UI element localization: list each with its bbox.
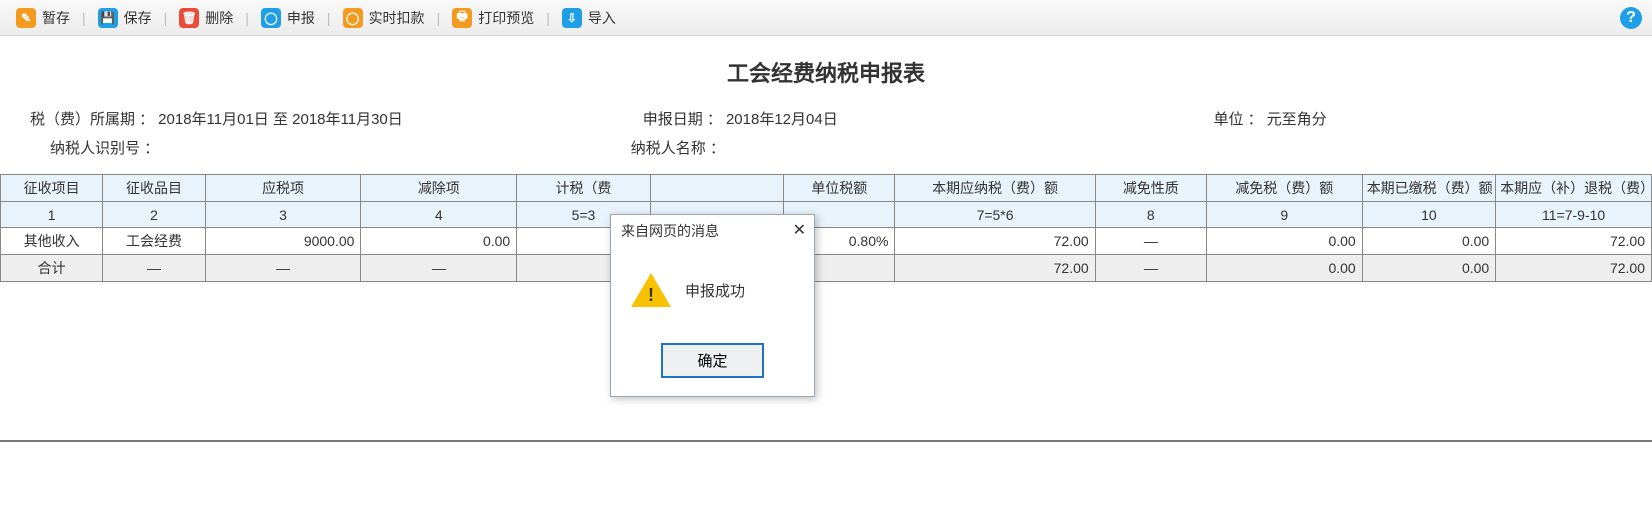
tax-table: 征收项目 征收品目 应税项 减除项 计税（费 单位税额 本期应纳税（费）额 减免… bbox=[0, 174, 1652, 282]
deduct-icon: ◯ bbox=[343, 8, 363, 28]
cell: 9000.00 bbox=[205, 228, 361, 255]
declare-label: 申报 bbox=[287, 8, 315, 28]
delete-label: 删除 bbox=[205, 8, 233, 28]
idx-cell: 11=7-9-10 bbox=[1496, 202, 1652, 228]
cell: — bbox=[103, 255, 205, 282]
deduct-label: 实时扣款 bbox=[369, 8, 425, 28]
cell: — bbox=[1095, 228, 1206, 255]
toolbar-separator: | bbox=[245, 10, 249, 26]
toolbar: ✎ 暂存 | 💾 保存 | 🗑 删除 | ◯ 申报 | ◯ 实时扣款 | 🖶 打… bbox=[0, 0, 1652, 36]
save-draft-button[interactable]: ✎ 暂存 bbox=[10, 6, 76, 30]
save-icon: 💾 bbox=[98, 8, 118, 28]
dialog-close-button[interactable]: ✕ bbox=[793, 223, 806, 239]
toolbar-separator: | bbox=[437, 10, 441, 26]
import-label: 导入 bbox=[588, 8, 616, 28]
dialog-message: 申报成功 bbox=[685, 280, 745, 301]
idx-cell: 3 bbox=[205, 202, 361, 228]
delete-icon: 🗑 bbox=[179, 8, 199, 28]
page-title: 工会经费纳税申报表 bbox=[0, 56, 1652, 88]
cell: 72.00 bbox=[895, 255, 1095, 282]
info-block: 税（费）所属期 ： 2018年11月01日 至 2018年11月30日 申报日期… bbox=[0, 98, 1652, 174]
cell: 0.00 bbox=[1206, 228, 1362, 255]
import-icon: ⇩ bbox=[562, 8, 582, 28]
col-header: 征收项目 bbox=[1, 175, 103, 202]
taxpayer-name-label: 纳税人名称 ： bbox=[631, 137, 725, 158]
import-button[interactable]: ⇩ 导入 bbox=[556, 6, 622, 30]
cell: 0.00 bbox=[361, 228, 517, 255]
toolbar-separator: | bbox=[82, 10, 86, 26]
col-header: 本期应（补）退税（费）额 bbox=[1496, 175, 1652, 202]
period-label: 税（费）所属期 ： bbox=[30, 108, 154, 129]
cell: 0.00 bbox=[1362, 228, 1496, 255]
toolbar-separator: | bbox=[546, 10, 550, 26]
save-label: 保存 bbox=[124, 8, 152, 28]
col-header: 单位税额 bbox=[784, 175, 895, 202]
declare-date-value: 2018年12月04日 bbox=[726, 108, 838, 129]
table-header-row: 征收项目 征收品目 应税项 减除项 计税（费 单位税额 本期应纳税（费）额 减免… bbox=[1, 175, 1652, 202]
col-header: 应税项 bbox=[205, 175, 361, 202]
taxpayer-id-label: 纳税人识别号 ： bbox=[50, 137, 159, 158]
delete-button[interactable]: 🗑 删除 bbox=[173, 6, 239, 30]
cell: 72.00 bbox=[1496, 228, 1652, 255]
col-header: 减免性质 bbox=[1095, 175, 1206, 202]
col-header: 本期已缴税（费）额 bbox=[1362, 175, 1496, 202]
col-header: 减免税（费）额 bbox=[1206, 175, 1362, 202]
period-value: 2018年11月01日 至 2018年11月30日 bbox=[158, 108, 403, 129]
warning-icon: ! bbox=[631, 273, 671, 307]
cell: 72.00 bbox=[895, 228, 1095, 255]
table-total-row: 合计 — — — 72.00 — 0.00 0.00 72.00 bbox=[1, 255, 1652, 282]
col-header: 本期应纳税（费）额 bbox=[895, 175, 1095, 202]
declare-button[interactable]: ◯ 申报 bbox=[255, 6, 321, 30]
unit-value: 元至角分 bbox=[1267, 108, 1327, 129]
cell: — bbox=[1095, 255, 1206, 282]
cell: 工会经费 bbox=[103, 228, 205, 255]
cell: 0.00 bbox=[1206, 255, 1362, 282]
idx-cell: 8 bbox=[1095, 202, 1206, 228]
idx-cell: 1 bbox=[1, 202, 103, 228]
idx-cell: 10 bbox=[1362, 202, 1496, 228]
help-button[interactable]: ? bbox=[1620, 7, 1642, 29]
cell: 其他收入 bbox=[1, 228, 103, 255]
unit-label: 单位 ： bbox=[1213, 108, 1262, 129]
save-button[interactable]: 💾 保存 bbox=[92, 6, 158, 30]
idx-cell: 9 bbox=[1206, 202, 1362, 228]
message-dialog: 来自网页的消息 ✕ ! 申报成功 确定 bbox=[610, 214, 815, 397]
idx-cell: 2 bbox=[103, 202, 205, 228]
cell: — bbox=[205, 255, 361, 282]
idx-cell: 4 bbox=[361, 202, 517, 228]
bottom-gap bbox=[0, 282, 1652, 442]
print-label: 打印预览 bbox=[478, 8, 534, 28]
print-button[interactable]: 🖶 打印预览 bbox=[446, 6, 540, 30]
col-header: 减除项 bbox=[361, 175, 517, 202]
print-icon: 🖶 bbox=[452, 8, 472, 28]
declare-icon: ◯ bbox=[261, 8, 281, 28]
save-draft-icon: ✎ bbox=[16, 8, 36, 28]
cell: 0.00 bbox=[1362, 255, 1496, 282]
toolbar-separator: | bbox=[164, 10, 168, 26]
declare-date-label: 申报日期 ： bbox=[643, 108, 722, 129]
toolbar-separator: | bbox=[327, 10, 331, 26]
deduct-button[interactable]: ◯ 实时扣款 bbox=[337, 6, 431, 30]
cell: 72.00 bbox=[1496, 255, 1652, 282]
dialog-ok-button[interactable]: 确定 bbox=[661, 343, 763, 378]
table-index-row: 1 2 3 4 5=3 7=5*6 8 9 10 11=7-9-10 bbox=[1, 202, 1652, 228]
total-label: 合计 bbox=[1, 255, 103, 282]
table-row[interactable]: 其他收入 工会经费 9000.00 0.00 0.80% 72.00 — 0.0… bbox=[1, 228, 1652, 255]
idx-cell: 7=5*6 bbox=[895, 202, 1095, 228]
col-header: 计税（费 bbox=[517, 175, 651, 202]
col-header: 征收品目 bbox=[103, 175, 205, 202]
cell: — bbox=[361, 255, 517, 282]
save-draft-label: 暂存 bbox=[42, 8, 70, 28]
dialog-title: 来自网页的消息 bbox=[621, 221, 719, 241]
col-header bbox=[650, 175, 784, 202]
